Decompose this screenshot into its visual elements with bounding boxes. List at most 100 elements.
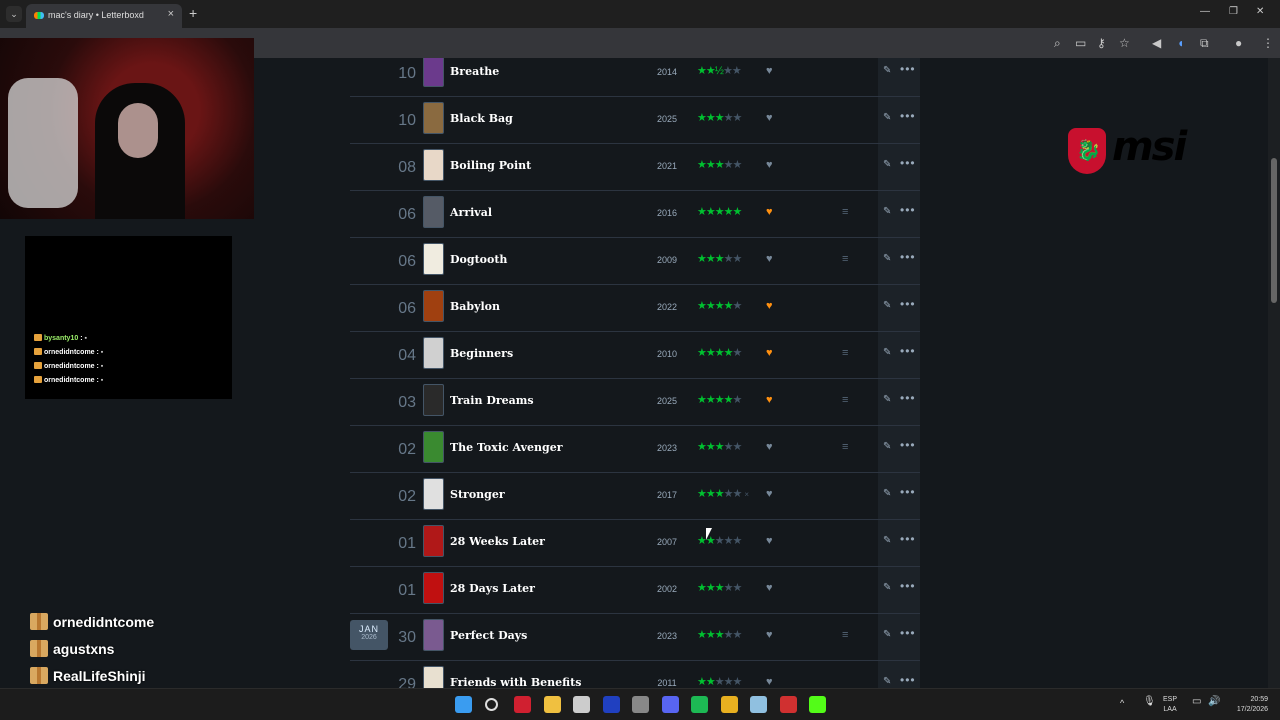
film-title-link[interactable]: Breathe <box>450 65 499 78</box>
diary-day[interactable]: 30 <box>380 629 416 647</box>
kick-icon[interactable] <box>809 696 826 713</box>
diary-day[interactable]: 04 <box>380 347 416 365</box>
more-options-icon[interactable]: ••• <box>900 438 916 452</box>
chrome-icon[interactable] <box>720 696 738 713</box>
film-title-link[interactable]: Boiling Point <box>450 159 531 172</box>
film-poster[interactable] <box>423 290 444 322</box>
film-year[interactable]: 2009 <box>652 255 682 265</box>
film-poster[interactable] <box>423 196 444 228</box>
diary-day[interactable]: 06 <box>380 300 416 318</box>
new-tab-icon[interactable]: + <box>189 5 197 21</box>
close-window-icon[interactable]: ✕ <box>1256 6 1264 17</box>
more-options-icon[interactable]: ••• <box>900 673 916 687</box>
film-poster[interactable] <box>423 619 444 651</box>
edit-pencil-icon[interactable]: ✎ <box>883 206 891 217</box>
diary-day[interactable]: 10 <box>380 65 416 83</box>
obs-icon[interactable] <box>632 696 649 713</box>
clock[interactable]: 20:59 17/2/2026 <box>1228 695 1268 715</box>
film-year[interactable]: 2017 <box>652 490 682 500</box>
menu-icon[interactable]: ⋮ <box>1262 36 1274 50</box>
more-options-icon[interactable]: ••• <box>900 62 916 76</box>
film-title-link[interactable]: Beginners <box>450 347 513 360</box>
edit-pencil-icon[interactable]: ✎ <box>883 253 891 264</box>
speaker-icon[interactable]: 🔊 <box>1208 697 1220 707</box>
minimize-icon[interactable]: — <box>1200 6 1210 17</box>
edit-pencil-icon[interactable]: ✎ <box>883 488 891 499</box>
more-options-icon[interactable]: ••• <box>900 579 916 593</box>
tab-letterboxd[interactable]: mac's diary • Letterboxd × <box>26 4 182 28</box>
more-options-icon[interactable]: ••• <box>900 297 916 311</box>
film-poster[interactable] <box>423 525 444 557</box>
file-explorer-icon[interactable] <box>543 696 561 713</box>
spotify-icon[interactable] <box>691 696 708 713</box>
diary-day[interactable]: 10 <box>380 112 416 130</box>
film-poster[interactable] <box>423 243 444 275</box>
diary-day[interactable]: 08 <box>380 159 416 177</box>
film-year[interactable]: 2025 <box>652 114 682 124</box>
edit-pencil-icon[interactable]: ✎ <box>883 394 891 405</box>
diary-day[interactable]: 06 <box>380 253 416 271</box>
film-poster[interactable] <box>423 337 444 369</box>
valorant-icon[interactable] <box>602 696 620 713</box>
review-lines-icon[interactable]: ≡ <box>842 629 848 641</box>
review-lines-icon[interactable]: ≡ <box>842 206 848 218</box>
review-lines-icon[interactable]: ≡ <box>842 253 848 265</box>
network-icon[interactable]: ▭ <box>1192 697 1201 707</box>
edit-pencil-icon[interactable]: ✎ <box>883 300 891 311</box>
restore-icon[interactable]: ❐ <box>1229 6 1238 17</box>
search-icon[interactable] <box>484 698 498 711</box>
film-poster[interactable] <box>423 478 444 510</box>
tab-search-dropdown-icon[interactable]: ⌄ <box>6 6 22 22</box>
edit-pencil-icon[interactable]: ✎ <box>883 65 891 76</box>
diary-day[interactable]: 01 <box>380 582 416 600</box>
film-poster[interactable] <box>423 102 444 134</box>
more-options-icon[interactable]: ••• <box>900 344 916 358</box>
diary-day[interactable]: 01 <box>380 535 416 553</box>
edit-pencil-icon[interactable]: ✎ <box>883 535 891 546</box>
tray-overflow-icon[interactable]: ^ <box>1120 698 1124 708</box>
diary-day[interactable]: 29 <box>380 676 416 688</box>
film-title-link[interactable]: 28 Days Later <box>450 582 535 595</box>
more-options-icon[interactable]: ••• <box>900 109 916 123</box>
film-year[interactable]: 2010 <box>652 349 682 359</box>
film-poster[interactable] <box>423 666 444 688</box>
review-lines-icon[interactable]: ≡ <box>842 441 848 453</box>
edit-pencil-icon[interactable]: ✎ <box>883 582 891 593</box>
film-year[interactable]: 2007 <box>652 537 682 547</box>
film-year[interactable]: 2022 <box>652 302 682 312</box>
film-title-link[interactable]: Train Dreams <box>450 394 534 407</box>
discord-icon[interactable] <box>661 696 679 713</box>
review-lines-icon[interactable]: ≡ <box>842 347 848 359</box>
puzzle-icon[interactable]: ⧉ <box>1200 36 1209 51</box>
film-title-link[interactable]: Stronger <box>450 488 505 501</box>
more-options-icon[interactable]: ••• <box>900 391 916 405</box>
film-title-link[interactable]: Perfect Days <box>450 629 527 642</box>
app-red-icon[interactable] <box>514 696 531 713</box>
edit-pencil-icon[interactable]: ✎ <box>883 676 891 687</box>
film-year[interactable]: 2023 <box>652 443 682 453</box>
film-title-link[interactable]: The Toxic Avenger <box>450 441 563 454</box>
diary-day[interactable]: 02 <box>380 441 416 459</box>
edit-pencil-icon[interactable]: ✎ <box>883 629 891 640</box>
app-swirl-icon[interactable] <box>750 696 767 713</box>
scrollbar-thumb[interactable] <box>1271 158 1277 303</box>
film-year[interactable]: 2011 <box>652 678 682 688</box>
film-poster[interactable] <box>423 384 444 416</box>
edit-pencil-icon[interactable]: ✎ <box>883 347 891 358</box>
bookmark-star-icon[interactable]: ☆ <box>1119 36 1130 50</box>
film-poster[interactable] <box>423 149 444 181</box>
microphone-icon[interactable]: 🎙 <box>1143 697 1156 707</box>
more-options-icon[interactable]: ••• <box>900 532 916 546</box>
tab-close-icon[interactable]: × <box>168 8 174 20</box>
film-title-link[interactable]: Black Bag <box>450 112 513 125</box>
film-year[interactable]: 2023 <box>652 631 682 641</box>
zoom-icon[interactable]: ⌕ <box>1054 36 1061 51</box>
extension-icon[interactable]: ◖ <box>1177 36 1184 50</box>
volume-icon[interactable]: ◀ <box>1152 36 1161 50</box>
film-title-link[interactable]: Babylon <box>450 300 500 313</box>
scrollbar[interactable] <box>1268 58 1280 688</box>
windows-start-icon[interactable] <box>455 696 472 713</box>
app-box-icon[interactable] <box>779 696 797 713</box>
profile-icon[interactable]: ● <box>1235 36 1242 50</box>
film-title-link[interactable]: Friends with Benefits <box>450 676 581 688</box>
